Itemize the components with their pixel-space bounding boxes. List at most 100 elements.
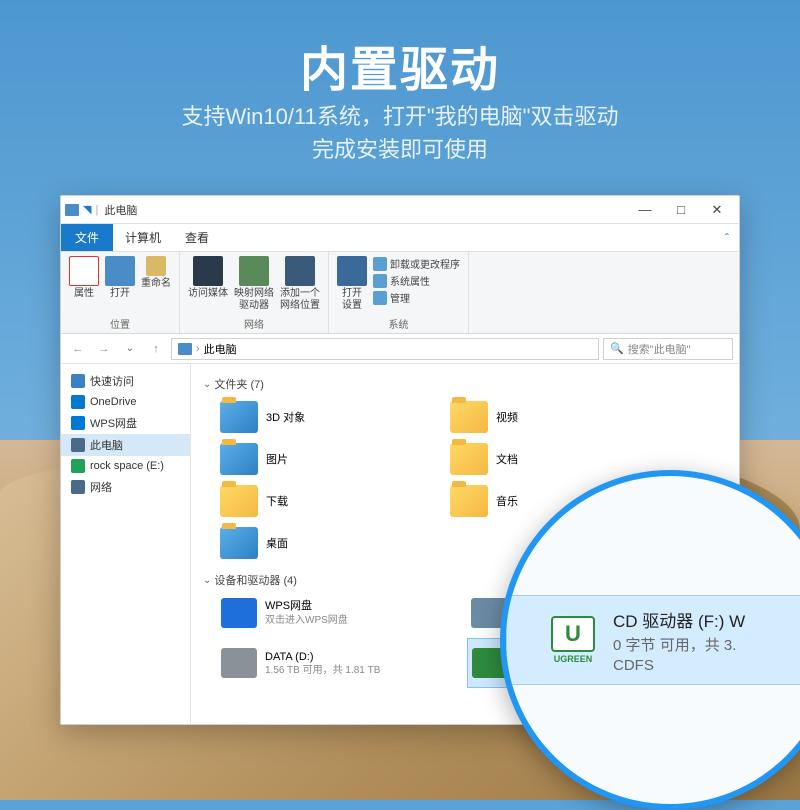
folder-icon [220,485,258,517]
folder-item[interactable]: 桌面 [217,524,417,562]
ribbon-map-drive-label: 映射网络 驱动器 [234,288,274,312]
manage-icon [373,291,387,305]
sidebar-item-4[interactable]: rock space (E:) [61,456,190,476]
sidebar-item-1[interactable]: OneDrive [61,392,190,412]
hero-subtitle-line1: 支持Win10/11系统，打开"我的电脑"双击驱动 [0,100,800,133]
tab-computer[interactable]: 计算机 [113,224,173,251]
sidebar-label: WPS网盘 [90,415,137,431]
sidebar-item-3[interactable]: 此电脑 [61,434,190,456]
ribbon-group-network: 访问媒体 映射网络 驱动器 添加一个 网络位置 网络 [180,252,329,333]
search-field[interactable]: 🔍 搜索"此电脑" [603,338,733,360]
zoom-sub1: 0 字节 可用，共 3. [613,634,745,655]
ribbon-open[interactable]: 打开 [105,256,135,300]
folder-label: 桌面 [266,535,288,551]
folder-item[interactable]: 视频 [447,398,647,436]
folders-header-label: 文件夹 (7) [214,376,264,392]
folder-label: 音乐 [496,493,518,509]
sidebar-icon [71,480,85,494]
folders-header[interactable]: 文件夹 (7) [203,376,727,392]
hero-title: 内置驱动 [0,30,800,100]
sidebar-item-0[interactable]: 快速访问 [61,370,190,392]
ribbon-rename[interactable]: 重命名 [141,256,171,290]
ribbon-open-settings[interactable]: 打开 设置 [337,256,367,312]
qat-pin-icon[interactable]: ◥ [83,203,91,216]
zoom-sub1-b: 可用，共 3. [660,637,737,654]
ribbon-open-settings-label: 打开 设置 [342,288,362,312]
tab-file[interactable]: 文件 [61,224,113,251]
folder-item[interactable]: 图片 [217,440,417,478]
folder-label: 文档 [496,451,518,467]
folder-item[interactable]: 文档 [447,440,647,478]
ribbon-uninstall[interactable]: 卸载或更改程序 [373,256,460,271]
ribbon-group-location-label: 位置 [69,316,171,331]
app-icon [65,204,79,216]
zoom-ugreen-icon: U UGREEN [547,616,599,664]
drive-info: WPS网盘双击进入WPS网盘 [265,599,348,626]
nav-history[interactable] [119,338,141,360]
sidebar-icon [71,438,85,452]
ugreen-logo: U [551,616,595,652]
zoom-text: CD 驱动器 (F:) W 0 字节 可用，共 3. CDFS [613,607,745,674]
drive-icon [221,598,257,628]
folder-icon [450,443,488,475]
sidebar-icon [71,395,85,409]
folder-label: 3D 对象 [266,409,305,425]
ribbon-manage[interactable]: 管理 [373,290,460,305]
drive-icon [221,648,257,678]
ribbon-properties[interactable]: 属性 [69,256,99,300]
sidebar-label: rock space (E:) [90,460,164,472]
drive-title: WPS网盘 [265,599,348,613]
sidebar-item-5[interactable]: 网络 [61,476,190,498]
window-title: 此电脑 [104,202,137,218]
address-field[interactable]: › 此电脑 [171,338,599,360]
folder-item[interactable]: 3D 对象 [217,398,417,436]
search-icon: 🔍 [610,342,624,355]
hero-subtitle-line2: 完成安装即可使用 [0,133,800,166]
maximize-button[interactable]: □ [663,198,699,222]
ribbon-access-media-label: 访问媒体 [188,288,228,300]
folder-label: 下载 [266,493,288,509]
zoom-sub2: CDFS [613,657,745,674]
search-placeholder: 搜索"此电脑" [628,341,691,357]
ribbon-map-drive[interactable]: 映射网络 驱动器 [234,256,274,312]
folder-icon [220,527,258,559]
address-bar-row: ← → ↑ › 此电脑 🔍 搜索"此电脑" [61,334,739,364]
folder-icon [450,401,488,433]
sysprops-icon [373,274,387,288]
ribbon-add-location-label: 添加一个 网络位置 [280,288,320,312]
nav-back[interactable]: ← [67,338,89,360]
ribbon-group-system-label: 系统 [337,316,460,331]
zoom-drive-item[interactable]: U UGREEN CD 驱动器 (F:) W 0 字节 可用，共 3. CDFS [506,595,800,685]
sidebar-icon [71,459,85,473]
zoom-title: CD 驱动器 (F:) W [613,607,745,632]
drive-item[interactable]: DATA (D:)1.56 TB 可用，共 1.81 TB [217,638,447,688]
folder-icon [220,401,258,433]
ugreen-brand: UGREEN [547,654,599,664]
ribbon-collapse-icon[interactable]: ˆ [715,224,739,251]
window-titlebar[interactable]: ◥ | 此电脑 — □ ✕ [61,196,739,224]
ribbon-add-location[interactable]: 添加一个 网络位置 [280,256,320,312]
nav-forward[interactable]: → [93,338,115,360]
uninstall-icon [373,257,387,271]
drive-sub: 双击进入WPS网盘 [265,614,348,627]
drive-item[interactable]: WPS网盘双击进入WPS网盘 [217,594,447,632]
folder-item[interactable]: 下载 [217,482,417,520]
ribbon-properties-label: 属性 [74,288,94,300]
tab-view[interactable]: 查看 [173,224,221,251]
hero-subtitle: 支持Win10/11系统，打开"我的电脑"双击驱动 完成安装即可使用 [0,100,800,166]
drive-sub: 1.56 TB 可用，共 1.81 TB [265,664,380,677]
ribbon-system-props[interactable]: 系统属性 [373,273,460,288]
ribbon-group-location: 属性 打开 重命名 位置 [61,252,180,333]
drives-header-label: 设备和驱动器 (4) [214,572,297,588]
nav-up[interactable]: ↑ [145,338,167,360]
qat-divider: | [95,204,98,216]
chevron-down-icon [203,378,211,390]
chevron-down-icon [203,574,211,586]
minimize-button[interactable]: — [627,198,663,222]
sidebar-item-2[interactable]: WPS网盘 [61,412,190,434]
ribbon-access-media[interactable]: 访问媒体 [188,256,228,300]
folder-icon [220,443,258,475]
close-button[interactable]: ✕ [699,198,735,222]
sidebar-icon [71,374,85,388]
ribbon-system-small: 卸载或更改程序 系统属性 管理 [373,256,460,305]
